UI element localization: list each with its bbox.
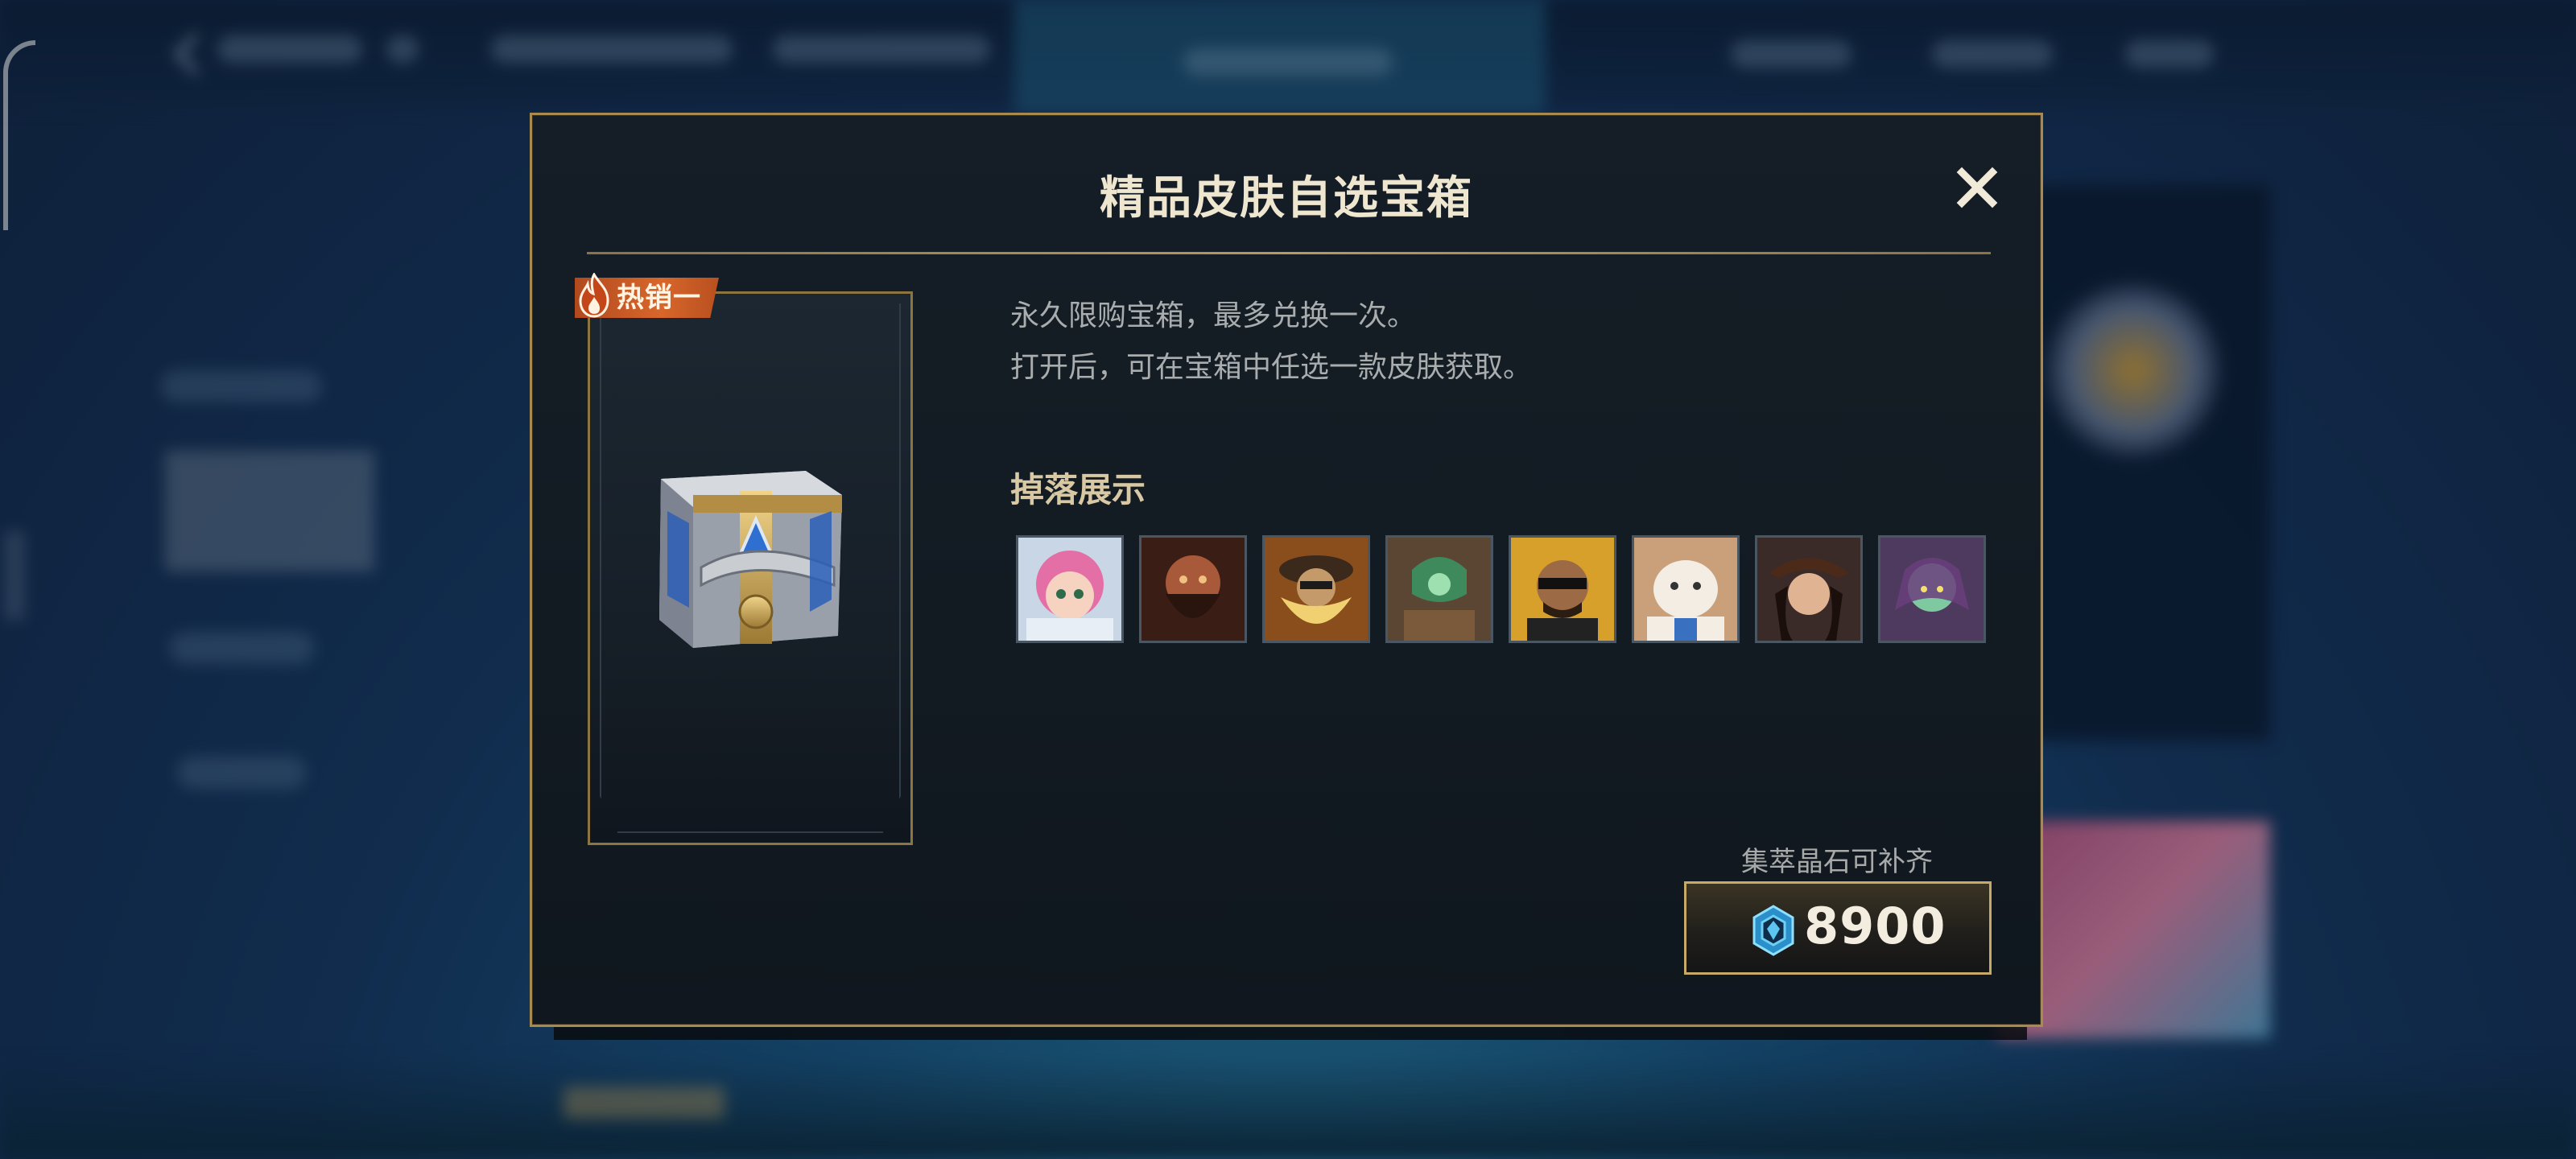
dialog-title: 精品皮肤自选宝箱 xyxy=(1100,172,1473,225)
close-button[interactable] xyxy=(1949,159,2005,216)
skin-portrait-yellow-bearded-mage[interactable] xyxy=(1262,535,1370,643)
price-note: 集萃晶石可补齐 xyxy=(1741,846,1933,878)
skin-portrait-white-creature[interactable] xyxy=(1632,535,1740,643)
yellow-bearded-mage-icon xyxy=(1265,538,1368,641)
skin-drop-list xyxy=(1016,535,1986,643)
skin-chest-dialog: 精品皮肤自选宝箱 热销一 永久限购宝箱，最多兑换一次。 打开后，可在宝箱中任选一… xyxy=(530,113,2043,1027)
green-masked-figure-icon xyxy=(1388,538,1491,641)
skin-portrait-pirate-woman[interactable] xyxy=(1755,535,1863,643)
skin-portrait-bearded-warrior[interactable] xyxy=(1139,535,1247,643)
purchase-button[interactable]: 8900 xyxy=(1684,881,1992,975)
skin-portrait-green-elf[interactable] xyxy=(1878,535,1986,643)
sunglasses-man-icon xyxy=(1511,538,1614,641)
skin-portrait-pink-hair-girl[interactable] xyxy=(1016,535,1124,643)
treasure-chest-icon xyxy=(659,471,842,648)
white-creature-icon xyxy=(1634,538,1737,641)
title-divider xyxy=(587,252,1991,254)
pink-hair-girl-icon xyxy=(1018,538,1121,641)
bearded-warrior-icon xyxy=(1141,538,1245,641)
close-icon xyxy=(1956,167,1998,208)
drops-title: 掉落展示 xyxy=(1010,470,1146,509)
price-amount: 8900 xyxy=(1804,897,1946,955)
flame-icon xyxy=(579,273,609,318)
description-line-2: 打开后，可在宝箱中任选一款皮肤获取。 xyxy=(1010,351,1533,384)
chest-description: 永久限购宝箱，最多兑换一次。 打开后，可在宝箱中任选一款皮肤获取。 xyxy=(1010,291,1532,394)
skin-portrait-sunglasses-man[interactable] xyxy=(1509,535,1616,643)
green-elf-icon xyxy=(1880,538,1984,641)
chest-preview-card xyxy=(588,291,913,845)
crystal-gem-icon xyxy=(1752,905,1794,956)
skin-portrait-green-masked-figure[interactable] xyxy=(1385,535,1493,643)
description-line-1: 永久限购宝箱，最多兑换一次。 xyxy=(1010,299,1417,332)
pirate-woman-icon xyxy=(1757,538,1860,641)
